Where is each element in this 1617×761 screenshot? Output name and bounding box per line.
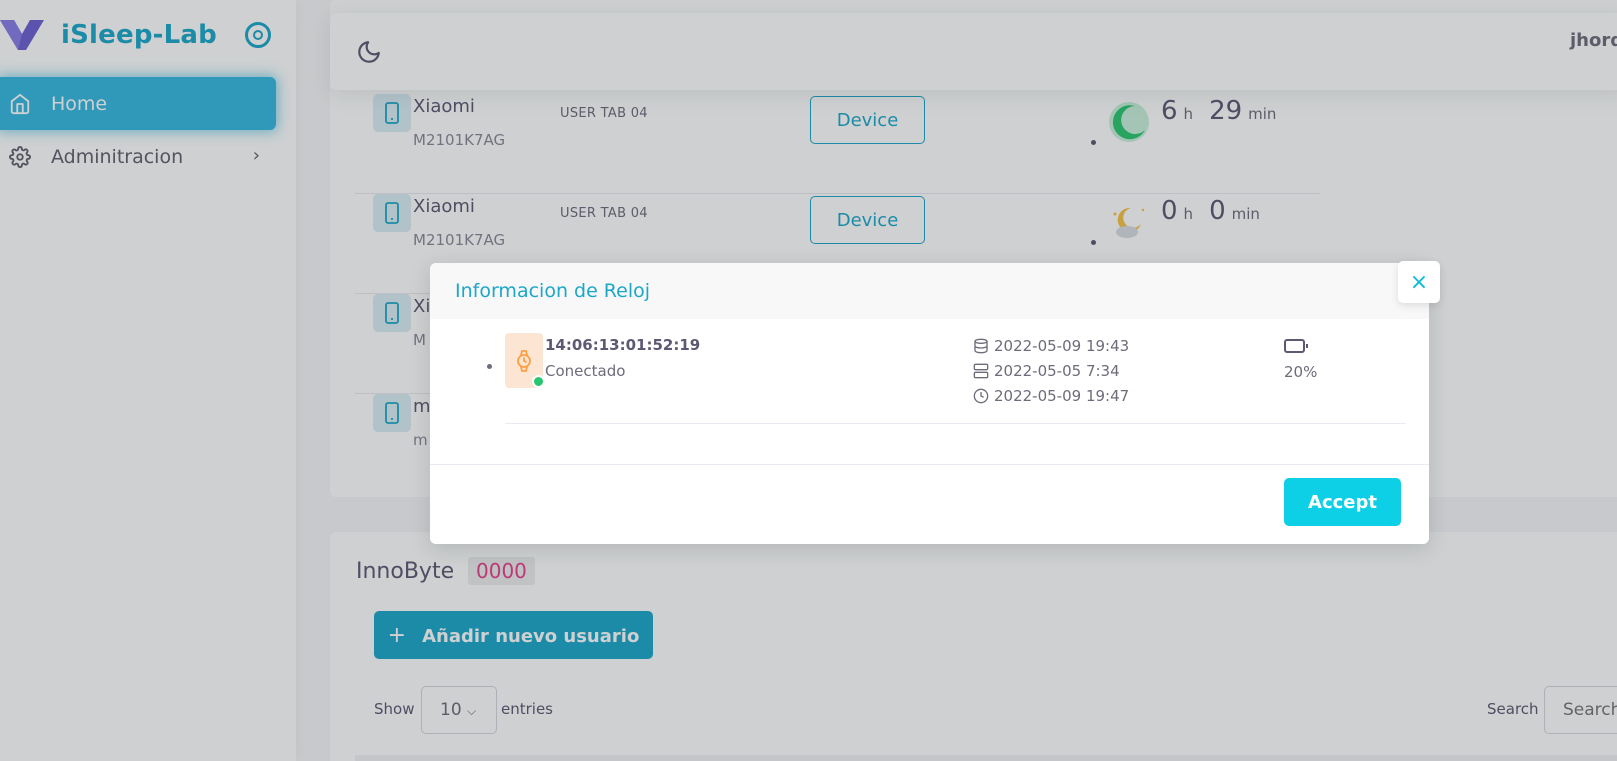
battery-percent: 20% [1284, 363, 1318, 381]
watch-id: 14:06:13:01:52:19 [545, 336, 701, 354]
modal-body: 14:06:13:01:52:19 Conectado 2022-05-09 1… [430, 319, 1429, 465]
close-icon: × [1409, 269, 1429, 295]
server-sync-line: 2022-05-05 7:34 [973, 362, 1120, 380]
last-time-line: 2022-05-09 19:47 [973, 387, 1129, 405]
close-button[interactable]: × [1398, 261, 1440, 303]
data-sync-line: 2022-05-09 19:43 [973, 337, 1129, 355]
data-sync-value: 2022-05-09 19:43 [994, 337, 1130, 355]
accept-button[interactable]: Accept [1284, 478, 1401, 526]
watch-info-modal: Informacion de Reloj × 14:06:13:01:52:19… [430, 261, 1440, 544]
database-icon [974, 338, 988, 354]
modal-title: Informacion de Reloj [455, 280, 651, 302]
server-sync-value: 2022-05-05 7:34 [994, 362, 1120, 380]
connected-status-dot [532, 375, 545, 388]
divider [505, 423, 1406, 424]
clock-icon [973, 388, 989, 404]
battery-icon [1284, 339, 1308, 353]
list-bullet [487, 364, 492, 369]
watch-status: Conectado [545, 362, 626, 380]
server-icon [973, 363, 989, 379]
last-time-value: 2022-05-09 19:47 [994, 387, 1130, 405]
modal-header: Informacion de Reloj [430, 263, 1429, 319]
